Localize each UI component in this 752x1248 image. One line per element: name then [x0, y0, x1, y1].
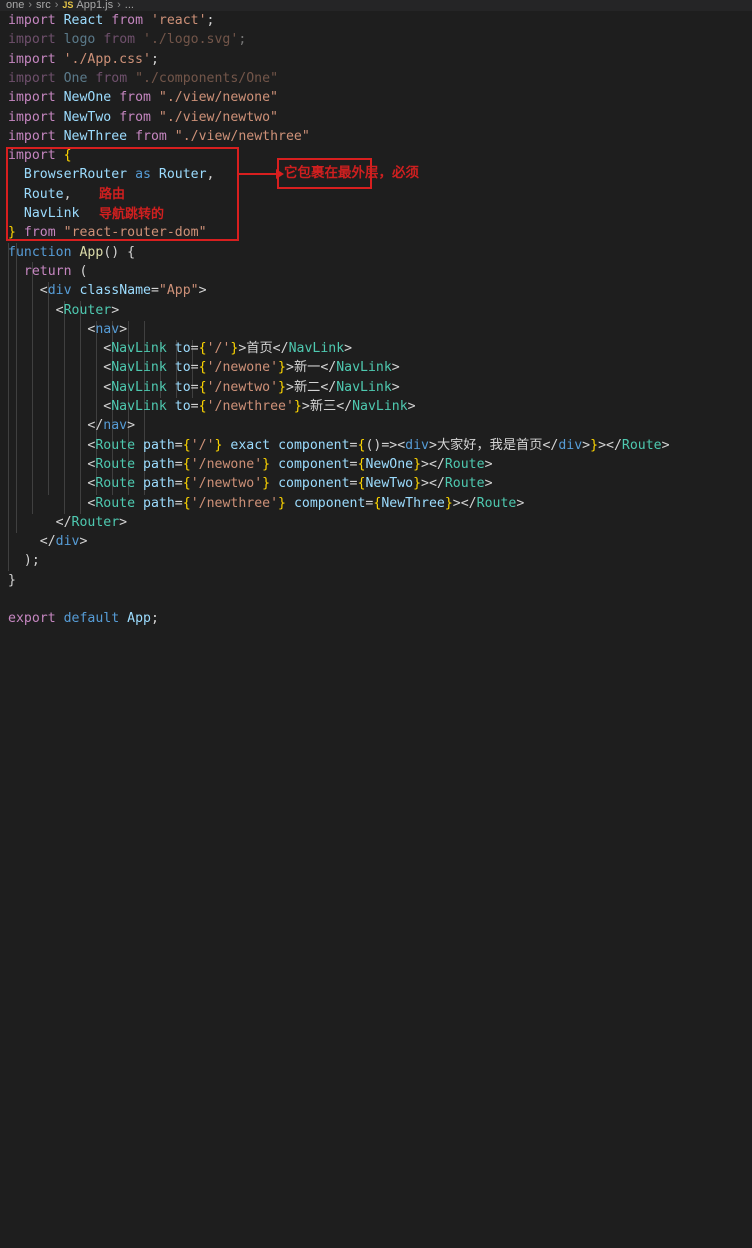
code-line[interactable]: </div>	[0, 532, 88, 551]
chevron-right-icon: ›	[54, 0, 59, 11]
breadcrumb[interactable]: one › src › JS App1.js › ...	[0, 0, 752, 11]
annotation-route-note: 路由	[99, 187, 126, 202]
annotation-arrow-head	[276, 169, 284, 179]
code-line[interactable]: <Router>	[0, 301, 120, 320]
code-line[interactable]: return (	[0, 262, 88, 281]
code-line[interactable]: <Route path={'/newthree'} component={New…	[0, 494, 524, 513]
code-line[interactable]: import One from "./components/One"	[0, 69, 278, 88]
code-line[interactable]: <Route path={'/'} exact component={()=><…	[0, 436, 669, 455]
breadcrumb-item-symbols[interactable]: ...	[125, 0, 134, 11]
code-line[interactable]: <Route path={'/newtwo'} component={NewTw…	[0, 474, 492, 493]
code-line[interactable]: <NavLink to={'/newtwo'}>新二</NavLink>	[0, 378, 399, 397]
code-line[interactable]: function App() {	[0, 243, 135, 262]
chevron-right-icon: ›	[117, 0, 121, 11]
code-line[interactable]: } from "react-router-dom"	[0, 223, 207, 242]
code-line[interactable]: <Route path={'/newone'} component={NewOn…	[0, 455, 492, 474]
annotation-arrow-line	[239, 173, 281, 175]
annotation-navlink-note: 导航跳转的	[99, 207, 165, 222]
code-line[interactable]: NavLink	[0, 204, 80, 223]
chevron-right-icon: ›	[28, 0, 33, 11]
code-line[interactable]: import NewTwo from "./view/newtwo"	[0, 108, 278, 127]
code-line[interactable]: }	[0, 571, 16, 590]
code-line[interactable]: import logo from './logo.svg';	[0, 30, 246, 49]
code-line[interactable]: <NavLink to={'/newthree'}>新三</NavLink>	[0, 397, 415, 416]
code-line[interactable]: <NavLink to={'/newone'}>新一</NavLink>	[0, 358, 399, 377]
code-line[interactable]: BrowserRouter as Router,	[0, 165, 215, 184]
javascript-file-icon: JS	[62, 0, 74, 10]
code-line[interactable]: import NewThree from "./view/newthree"	[0, 127, 310, 146]
code-line[interactable]: <div className="App">	[0, 281, 207, 300]
code-line[interactable]: );	[0, 551, 40, 570]
annotation-note-text: 它包裹在最外层，必须	[284, 165, 419, 181]
breadcrumb-item-folder-one[interactable]: one	[6, 0, 24, 11]
code-line[interactable]: import {	[0, 146, 72, 165]
breadcrumb-item-folder-src[interactable]: src	[36, 0, 51, 11]
code-line[interactable]: import React from 'react';	[0, 11, 215, 30]
code-line[interactable]: Route,	[0, 185, 72, 204]
code-line[interactable]	[0, 590, 16, 609]
code-line[interactable]: import NewOne from "./view/newone"	[0, 88, 278, 107]
code-line[interactable]: <nav>	[0, 320, 127, 339]
code-line[interactable]: <NavLink to={'/'}>首页</NavLink>	[0, 339, 352, 358]
code-content[interactable]: import React from 'react'; import logo f…	[0, 11, 752, 626]
code-line[interactable]: import './App.css';	[0, 50, 159, 69]
code-line[interactable]: </Router>	[0, 513, 127, 532]
code-editor-window: one › src › JS App1.js › ... import Reac…	[0, 0, 752, 626]
code-line[interactable]: </nav>	[0, 416, 135, 435]
code-line[interactable]: export default App;	[0, 609, 159, 628]
breadcrumb-item-file[interactable]: App1.js	[76, 0, 113, 11]
